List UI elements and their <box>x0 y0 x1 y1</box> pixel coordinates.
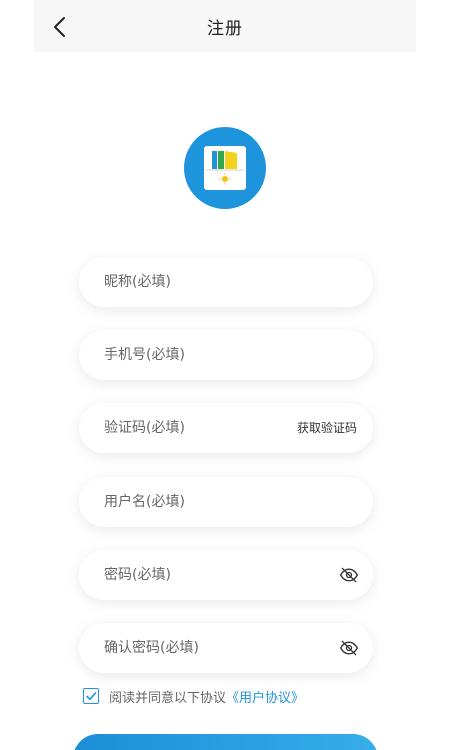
agreement-row: 阅读并同意以下协议 《用户协议》 <box>83 686 304 706</box>
verification-code-field: 获取验证码 <box>79 403 373 453</box>
nickname-input[interactable] <box>104 257 294 307</box>
app-logo <box>184 127 266 209</box>
page-title: 注册 <box>207 19 243 39</box>
phone-input[interactable] <box>104 330 294 380</box>
agreement-text: 阅读并同意以下协议 <box>109 690 227 706</box>
phone-field <box>79 330 373 380</box>
confirm-password-field <box>79 623 373 673</box>
username-input[interactable] <box>104 477 294 527</box>
check-icon <box>86 692 97 700</box>
nickname-field <box>79 257 373 307</box>
agreement-checkbox[interactable] <box>83 688 99 704</box>
eye-off-icon[interactable] <box>339 638 359 658</box>
get-code-button[interactable]: 获取验证码 <box>297 419 357 436</box>
verification-code-input[interactable] <box>104 403 294 453</box>
username-field <box>79 477 373 527</box>
eye-off-icon[interactable] <box>339 565 359 585</box>
password-input[interactable] <box>104 550 294 600</box>
register-screen: 注册 获取验证码 <box>0 0 450 750</box>
password-field <box>79 550 373 600</box>
confirm-password-input[interactable] <box>104 623 294 673</box>
top-bar: 注册 <box>34 0 416 52</box>
user-agreement-link[interactable]: 《用户协议》 <box>226 687 304 706</box>
register-submit-button[interactable] <box>73 734 378 750</box>
app-logo-icon <box>204 146 246 190</box>
